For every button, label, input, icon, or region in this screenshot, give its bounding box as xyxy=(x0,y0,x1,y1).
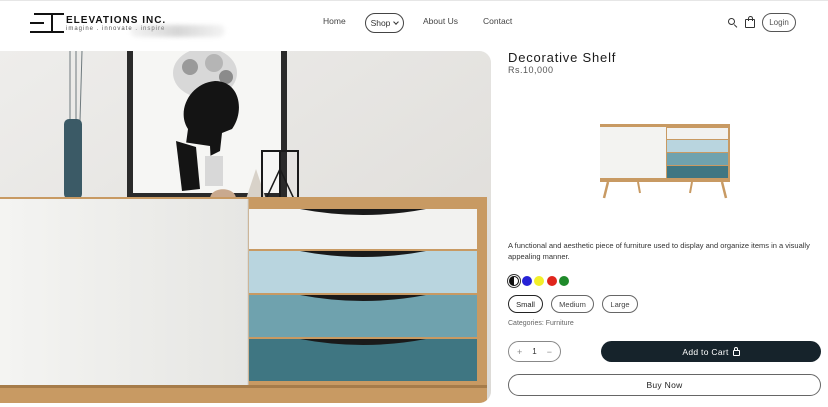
category-link-furniture[interactable]: Furniture xyxy=(546,320,574,327)
color-swatch-yellow[interactable] xyxy=(534,276,544,286)
product-categories: Categories: Furniture xyxy=(508,320,574,327)
nav-shop-dropdown[interactable]: Shop xyxy=(365,13,404,33)
qty-decrease-button[interactable]: − xyxy=(547,347,552,357)
size-large-button[interactable]: Large xyxy=(602,295,638,313)
categories-label: Categories: xyxy=(508,320,544,327)
product-price: Rs.10,000 xyxy=(508,65,554,75)
search-icon[interactable] xyxy=(728,18,738,29)
color-swatch-black-white[interactable] xyxy=(509,276,519,286)
color-swatch-blue[interactable] xyxy=(521,276,532,286)
add-to-cart-button[interactable]: Add to Cart xyxy=(601,341,821,362)
buy-now-button[interactable]: Buy Now xyxy=(508,374,821,396)
login-button[interactable]: Login xyxy=(762,13,796,32)
chevron-down-icon xyxy=(393,19,400,25)
color-swatch-red[interactable] xyxy=(546,276,557,286)
product-title: Decorative Shelf xyxy=(508,50,617,65)
size-medium-button[interactable]: Medium xyxy=(551,295,594,313)
nav-shop-label: Shop xyxy=(370,18,391,28)
color-swatches xyxy=(509,276,569,287)
quantity-stepper: + 1 − xyxy=(508,341,561,362)
size-small-button[interactable]: Small xyxy=(508,295,543,313)
nav-home[interactable]: Home xyxy=(323,16,346,26)
qty-increase-button[interactable]: + xyxy=(517,347,522,357)
nav-about[interactable]: About Us xyxy=(423,16,458,26)
size-options: Small Medium Large xyxy=(508,295,638,313)
product-description: A functional and aesthetic piece of furn… xyxy=(508,241,810,261)
main-nav: Home Shop About Us Contact xyxy=(0,13,828,33)
color-swatch-green[interactable] xyxy=(559,276,569,286)
shopping-bag-icon xyxy=(732,347,740,356)
site-header: ELEVATIONS INC. imagine . innovate . ins… xyxy=(0,0,828,44)
product-main-image xyxy=(0,51,491,403)
shopping-bag-icon[interactable] xyxy=(745,16,756,28)
add-to-cart-label: Add to Cart xyxy=(682,346,729,357)
product-thumbnail[interactable] xyxy=(598,123,732,201)
nav-contact[interactable]: Contact xyxy=(483,16,512,26)
qty-value[interactable]: 1 xyxy=(532,347,536,356)
